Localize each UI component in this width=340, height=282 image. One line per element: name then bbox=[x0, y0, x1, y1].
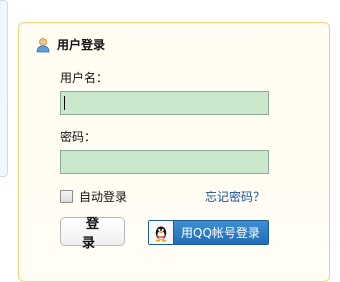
qq-login-button[interactable]: 用QQ帐号登录 bbox=[148, 220, 269, 245]
left-panel-fill bbox=[0, 1, 1, 101]
qq-login-label: 用QQ帐号登录 bbox=[181, 226, 260, 240]
password-label: 密码： bbox=[60, 130, 97, 144]
text-cursor bbox=[64, 96, 65, 110]
user-icon bbox=[36, 37, 50, 52]
username-label: 用户名： bbox=[60, 71, 109, 85]
login-header: 用户登录 bbox=[35, 36, 105, 53]
login-title: 用户登录 bbox=[57, 38, 106, 52]
username-input[interactable] bbox=[60, 91, 269, 115]
auto-login-option[interactable]: 自动登录 bbox=[60, 188, 127, 205]
login-button[interactable]: 登 录 bbox=[60, 217, 125, 251]
auto-login-checkbox[interactable] bbox=[60, 190, 73, 203]
password-input[interactable] bbox=[60, 150, 269, 174]
forgot-password-link[interactable]: 忘记密码？ bbox=[205, 188, 265, 205]
auto-login-label: 自动登录 bbox=[79, 190, 128, 204]
login-card: 用户登录 用户名： 密码： 自动登录 忘记密码？ 登 录 用QQ帐号登录 bbox=[18, 22, 330, 282]
left-panel bbox=[0, 0, 8, 177]
qq-penguin-icon bbox=[149, 221, 174, 244]
